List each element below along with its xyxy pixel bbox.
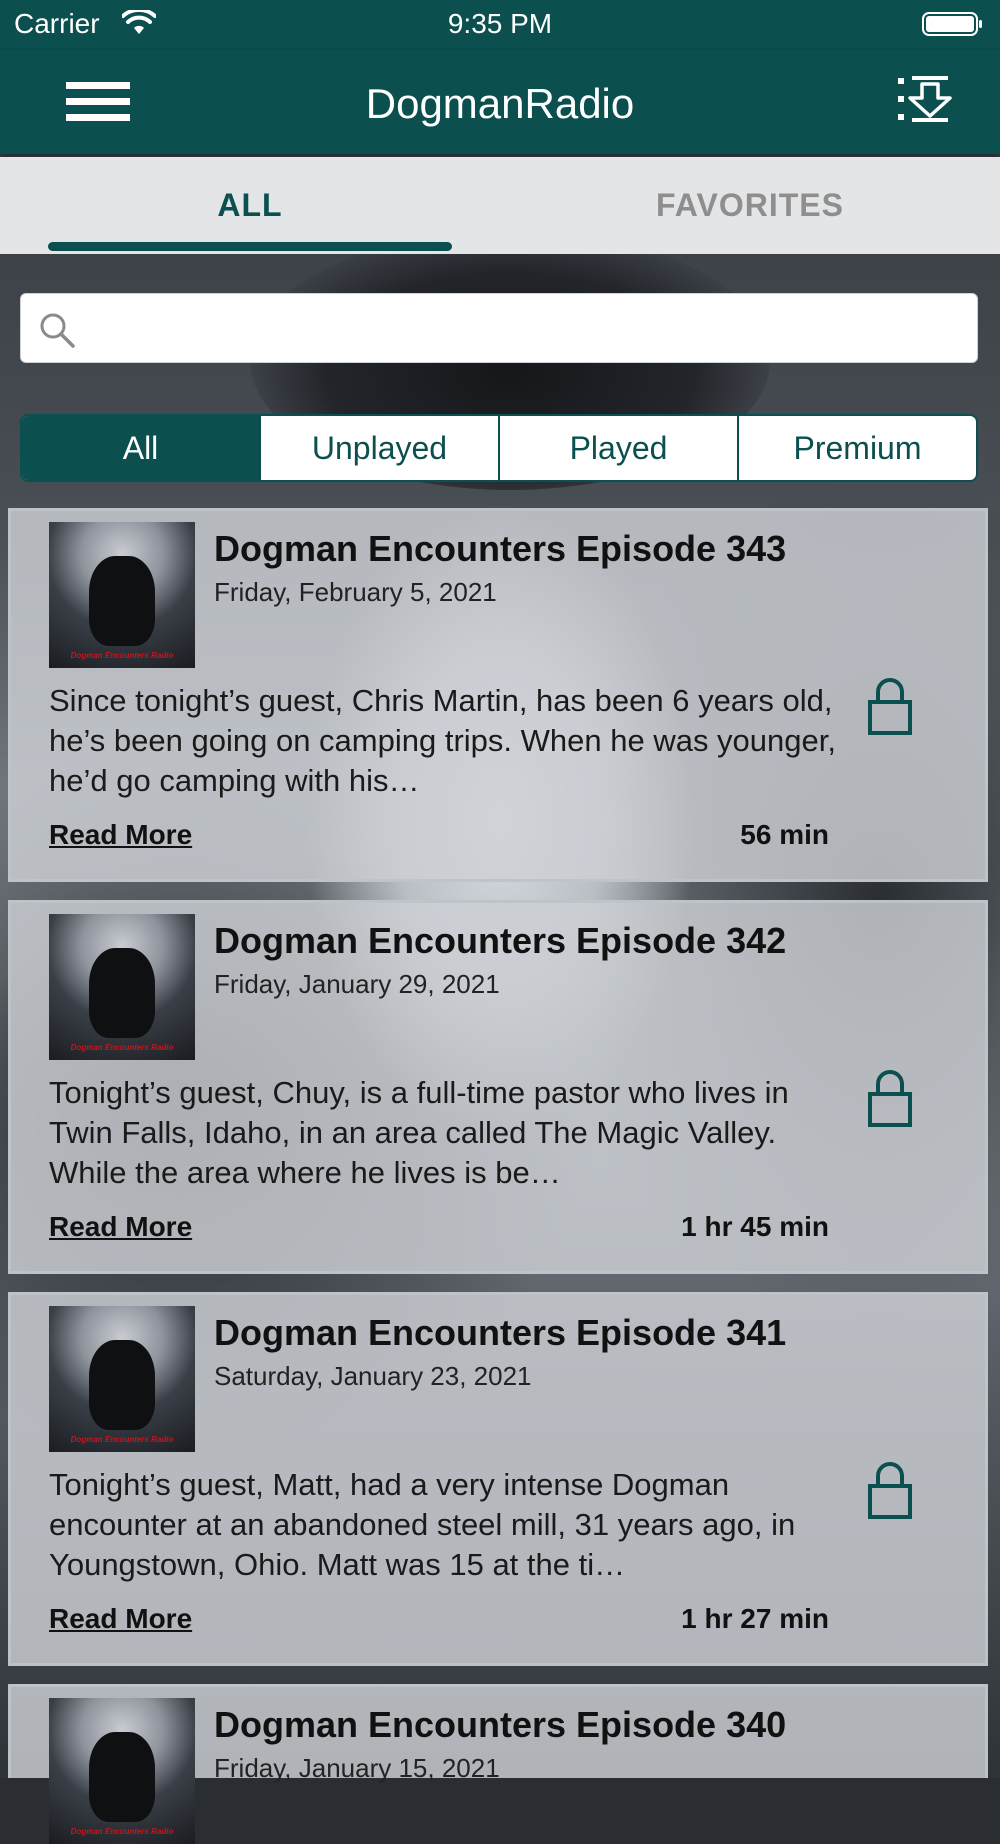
read-more-link[interactable]: Read More	[49, 1603, 192, 1635]
episode-description: Since tonight’s guest, Chris Martin, has…	[49, 683, 836, 798]
clock: 9:35 PM	[447, 8, 553, 39]
episode-title: Dogman Encounters Episode 341	[214, 1312, 787, 1353]
filter-unplayed[interactable]: Unplayed	[259, 416, 498, 480]
episode-description: Tonight’s guest, Matt, had a very intens…	[49, 1467, 796, 1582]
episode-artwork: Dogman Encounters Radio	[49, 1698, 195, 1844]
nav-bar: DogmanRadio	[0, 50, 1000, 154]
episode-duration: 56 min	[740, 819, 829, 850]
search-input[interactable]	[91, 304, 965, 354]
artwork-caption: Dogman Encounters Radio	[70, 651, 174, 660]
episode-card[interactable]: Dogman Encounters Radio Dogman Encounter…	[8, 508, 988, 882]
download-list-icon[interactable]	[896, 74, 952, 124]
episode-title: Dogman Encounters Episode 342	[214, 920, 787, 961]
episode-card[interactable]: Dogman Encounters Radio Dogman Encounter…	[8, 1684, 988, 1844]
battery-icon	[922, 12, 982, 36]
tab-all[interactable]: ALL	[0, 157, 500, 254]
episode-artwork: Dogman Encounters Radio	[49, 1306, 195, 1452]
status-bar: Carrier 9:35 PM	[0, 0, 1000, 50]
episode-date: Saturday, January 23, 2021	[214, 1361, 532, 1391]
episode-card[interactable]: Dogman Encounters Radio Dogman Encounter…	[8, 900, 988, 1274]
read-more-link[interactable]: Read More	[49, 819, 192, 851]
episode-artwork: Dogman Encounters Radio	[49, 522, 195, 668]
search-bar	[20, 293, 978, 363]
filter-all[interactable]: All	[22, 416, 259, 480]
episode-title: Dogman Encounters Episode 343	[214, 528, 787, 569]
episode-date: Friday, February 5, 2021	[214, 577, 497, 607]
episode-artwork: Dogman Encounters Radio	[49, 914, 195, 1060]
episode-title: Dogman Encounters Episode 340	[214, 1704, 787, 1745]
artwork-caption: Dogman Encounters Radio	[70, 1435, 174, 1444]
read-more-link[interactable]: Read More	[49, 1211, 192, 1243]
filter-played[interactable]: Played	[498, 416, 737, 480]
app-title: DogmanRadio	[365, 80, 635, 127]
artwork-caption: Dogman Encounters Radio	[70, 1043, 174, 1052]
lock-icon[interactable]	[867, 1068, 913, 1128]
tab-bar: ALL FAVORITES	[0, 157, 1000, 254]
episode-duration: 1 hr 45 min	[681, 1211, 829, 1242]
episode-date: Friday, January 15, 2021	[214, 1753, 500, 1783]
episode-description: Tonight’s guest, Chuy, is a full-time pa…	[49, 1075, 789, 1190]
filter-premium[interactable]: Premium	[737, 416, 976, 480]
tab-indicator	[48, 242, 452, 251]
episode-duration: 1 hr 27 min	[681, 1603, 829, 1634]
tab-favorites[interactable]: FAVORITES	[500, 157, 1000, 254]
episode-date: Friday, January 29, 2021	[214, 969, 500, 999]
search-icon	[40, 313, 75, 348]
filter-segmented-control: All Unplayed Played Premium	[20, 414, 978, 482]
lock-icon[interactable]	[867, 1460, 913, 1520]
artwork-caption: Dogman Encounters Radio	[70, 1827, 174, 1836]
episode-card[interactable]: Dogman Encounters Radio Dogman Encounter…	[8, 1292, 988, 1666]
lock-icon[interactable]	[867, 676, 913, 736]
